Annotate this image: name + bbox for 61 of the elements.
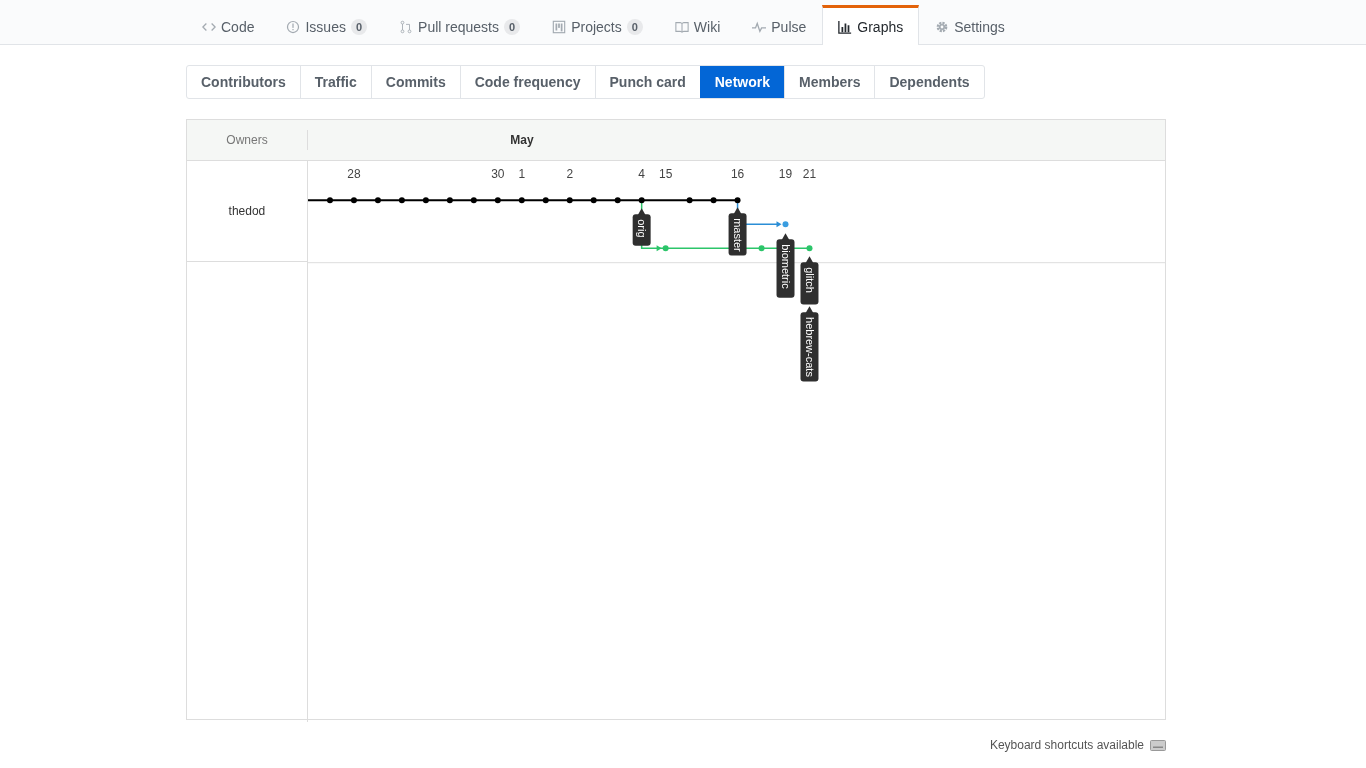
book-icon — [674, 19, 689, 34]
commit-dot — [422, 197, 429, 204]
pulse-icon — [752, 19, 767, 34]
commit-dot — [806, 245, 813, 252]
counter-badge: 0 — [626, 18, 643, 35]
repo-tab[interactable]: Code — [186, 5, 271, 45]
commit-dot — [566, 197, 573, 204]
project-icon — [552, 19, 567, 34]
commit-dot — [758, 245, 765, 252]
issue-icon — [286, 19, 301, 34]
pull-request-icon — [399, 19, 414, 34]
repo-tab[interactable]: Settings — [919, 5, 1021, 45]
date-label: 28 — [347, 167, 361, 182]
graph-tab[interactable]: Contributors — [187, 66, 300, 98]
commit-dot — [710, 197, 717, 204]
date-label: 30 — [491, 167, 505, 182]
graph-tab[interactable]: Commits — [370, 66, 460, 98]
column-heading: Owners — [187, 130, 308, 150]
repo-tab[interactable]: Pull requests 0 — [383, 5, 537, 45]
month-label: May — [510, 133, 534, 147]
repo-tab[interactable]: Wiki — [658, 5, 737, 45]
date-label: 2 — [566, 167, 573, 182]
keyboard-icon — [1150, 739, 1166, 751]
commit-dot — [326, 197, 333, 204]
commit-dot — [446, 197, 453, 204]
commit-dot — [686, 197, 693, 204]
repo-tab[interactable]: Projects 0 — [536, 5, 659, 45]
graph-tab[interactable]: Network — [699, 66, 784, 98]
counter-badge: 0 — [350, 18, 368, 35]
commit-dot — [494, 197, 501, 204]
owner-name: thedod — [187, 161, 307, 262]
date-label: 19 — [778, 167, 793, 182]
graph-tab[interactable]: Dependents — [874, 66, 984, 98]
commit-dot — [398, 197, 405, 204]
commit-dot — [614, 197, 621, 204]
date-label: 15 — [658, 167, 673, 182]
commit-dot — [518, 197, 525, 204]
counter-badge: 0 — [504, 18, 521, 35]
commit-dot — [662, 245, 669, 252]
graph-tab[interactable]: Traffic — [299, 66, 371, 98]
commit-dot — [470, 197, 477, 204]
date-label: 21 — [802, 167, 817, 182]
graph-tab[interactable]: Code frequency — [459, 66, 595, 98]
settings-icon — [935, 19, 950, 34]
commit-dot — [734, 197, 741, 204]
commit-dot — [782, 221, 789, 228]
graph-tab[interactable]: Punch card — [594, 66, 700, 98]
date-label: 1 — [518, 167, 525, 182]
commit-dot — [350, 197, 357, 204]
commit-dot — [542, 197, 549, 204]
repo-tab[interactable]: Graphs — [822, 5, 920, 45]
commit-dot — [374, 197, 381, 204]
commit-dot — [590, 197, 597, 204]
repo-tab[interactable]: Pulse — [736, 5, 823, 45]
bar-chart-icon — [838, 19, 853, 34]
graph-tab[interactable]: Members — [784, 66, 875, 98]
repo-tab[interactable]: Issues 0 — [270, 5, 384, 45]
date-label: 4 — [638, 167, 645, 182]
commit-dot — [638, 197, 645, 204]
date-label: 16 — [730, 167, 745, 182]
keyboard-shortcuts-link[interactable]: Keyboard shortcuts available — [989, 738, 1144, 752]
